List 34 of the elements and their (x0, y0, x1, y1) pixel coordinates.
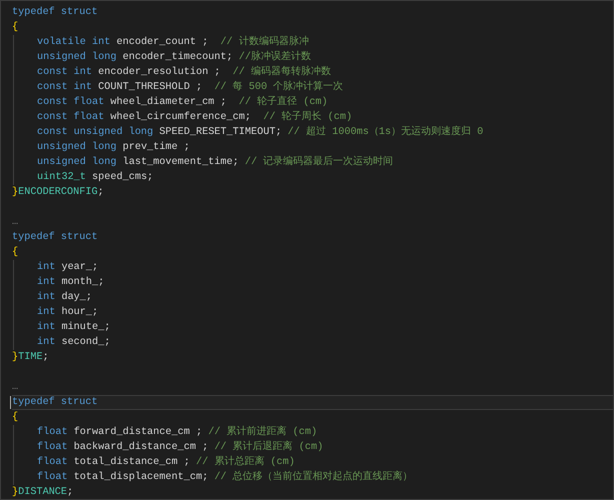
code-line: int month_; (37, 277, 104, 288)
code-line: float total_displacement_cm; // 总位移（当前位置相对起点的直线距离） (37, 472, 413, 483)
code-line: int second_; (37, 337, 110, 348)
code-line: { (12, 22, 18, 33)
code-line: int hour_; (37, 307, 98, 318)
code-line: float total_distance_cm ; // 累计总距离 (cm) (37, 457, 295, 468)
code-line: typedef struct (12, 232, 98, 243)
code-editor[interactable] (0, 0, 614, 500)
indent-guide (13, 425, 14, 485)
code-line: const unsigned long SPEED_RESET_TIMEOUT; // 超过 1000ms（1s）无运动则速度归 0 (37, 127, 484, 138)
code-line: unsigned long last_movement_time; // 记录编码器最后一次运动时间 (37, 157, 394, 168)
code-line: typedef struct (12, 397, 98, 408)
code-line: … (12, 217, 18, 228)
code-line: int minute_; (37, 322, 110, 333)
code-line: unsigned long encoder_timecount; //脉冲误差计数 (37, 52, 311, 63)
code-line: { (12, 247, 18, 258)
text-cursor (10, 396, 11, 409)
code-line: }ENCODERCONFIG; (12, 187, 104, 198)
code-line: int day_; (37, 292, 92, 303)
code-line: int year_; (37, 262, 98, 273)
code-line: … (12, 382, 18, 393)
code-line: float backward_distance_cm ; // 累计后退距离 (cm) (37, 442, 324, 453)
code-line: const int COUNT_THRESHOLD ; // 每 500 个脉冲计算一次 (37, 82, 344, 93)
code-line: }DISTANCE; (12, 487, 74, 498)
code-line: }TIME; (12, 352, 49, 363)
code-line: const float wheel_diameter_cm ; // 轮子直径 (cm) (37, 97, 328, 108)
code-line: unsigned long prev_time ; (37, 142, 190, 153)
code-line: volatile int encoder_count ; // 计数编码器脉冲 (37, 37, 309, 48)
code-line: uint32_t speed_cms; (37, 172, 154, 183)
code-line: typedef struct (12, 7, 98, 18)
code-line: const float wheel_circumference_cm; // 轮子周长 (cm) (37, 112, 352, 123)
code-line: const int encoder_resolution ; // 编码器每转脉冲数 (37, 67, 331, 78)
code-line: float forward_distance_cm ; // 累计前进距离 (cm) (37, 427, 318, 438)
code-line: { (12, 412, 18, 423)
